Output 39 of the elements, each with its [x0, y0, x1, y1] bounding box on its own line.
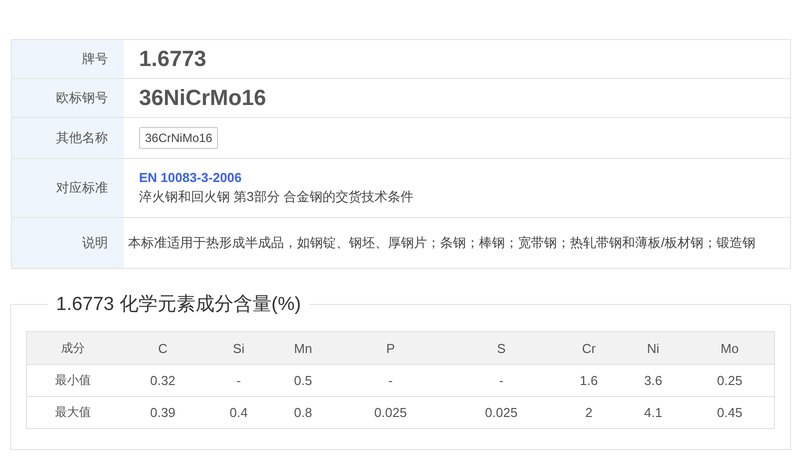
column-header: Cr: [556, 332, 621, 364]
column-header: C: [119, 332, 207, 364]
description-text: 本标准适用于热形成半成品，如钢锭、钢坯、厚钢片；条钢；棒钢；宽带钢；热轧带钢和薄板/板材钢；锻造钢: [128, 234, 756, 252]
table-cell: 0.32: [119, 364, 207, 396]
table-cell: 0.45: [685, 396, 774, 428]
table-cell: -: [446, 364, 557, 396]
table-cell: 0.5: [270, 364, 336, 396]
standard-link[interactable]: EN 10083-3-2006: [139, 170, 414, 184]
column-header: Mn: [270, 332, 336, 364]
composition-title: 1.6773 化学元素成分含量(%): [55, 293, 302, 317]
table-cell: 0.39: [119, 396, 207, 428]
column-header: S: [446, 332, 557, 364]
alias-tag[interactable]: 36CrNiMo16: [139, 127, 218, 149]
field-value: 36NiCrMo16: [139, 85, 266, 111]
table-cell: -: [335, 364, 446, 396]
table-cell: 1.6: [556, 364, 621, 396]
column-header: 成分: [26, 332, 119, 364]
table-cell: 3.6: [621, 364, 686, 396]
table-cell: 0.4: [206, 396, 271, 428]
table-cell: 最大值: [26, 396, 119, 428]
table-cell: 最小值: [26, 364, 119, 396]
table-cell: 0.025: [335, 396, 446, 428]
table-cell: 0.8: [270, 396, 336, 428]
table-cell: 0.25: [685, 364, 774, 396]
field-label: 欧标钢号: [56, 89, 108, 107]
field-label: 对应标准: [56, 179, 108, 197]
field-value: 1.6773: [139, 46, 206, 72]
column-header: Si: [206, 332, 271, 364]
standard-title: 淬火钢和回火钢 第3部分 合金钢的交货技术条件: [139, 188, 414, 206]
table-cell: 0.025: [446, 396, 557, 428]
column-header: Mo: [685, 332, 774, 364]
table-cell: 4.1: [621, 396, 686, 428]
field-label: 其他名称: [56, 129, 108, 147]
table-cell: 2: [556, 396, 621, 428]
table-cell: -: [206, 364, 271, 396]
field-label: 说明: [82, 234, 108, 252]
column-header: Ni: [621, 332, 686, 364]
column-header: P: [335, 332, 446, 364]
field-label: 牌号: [82, 50, 108, 68]
